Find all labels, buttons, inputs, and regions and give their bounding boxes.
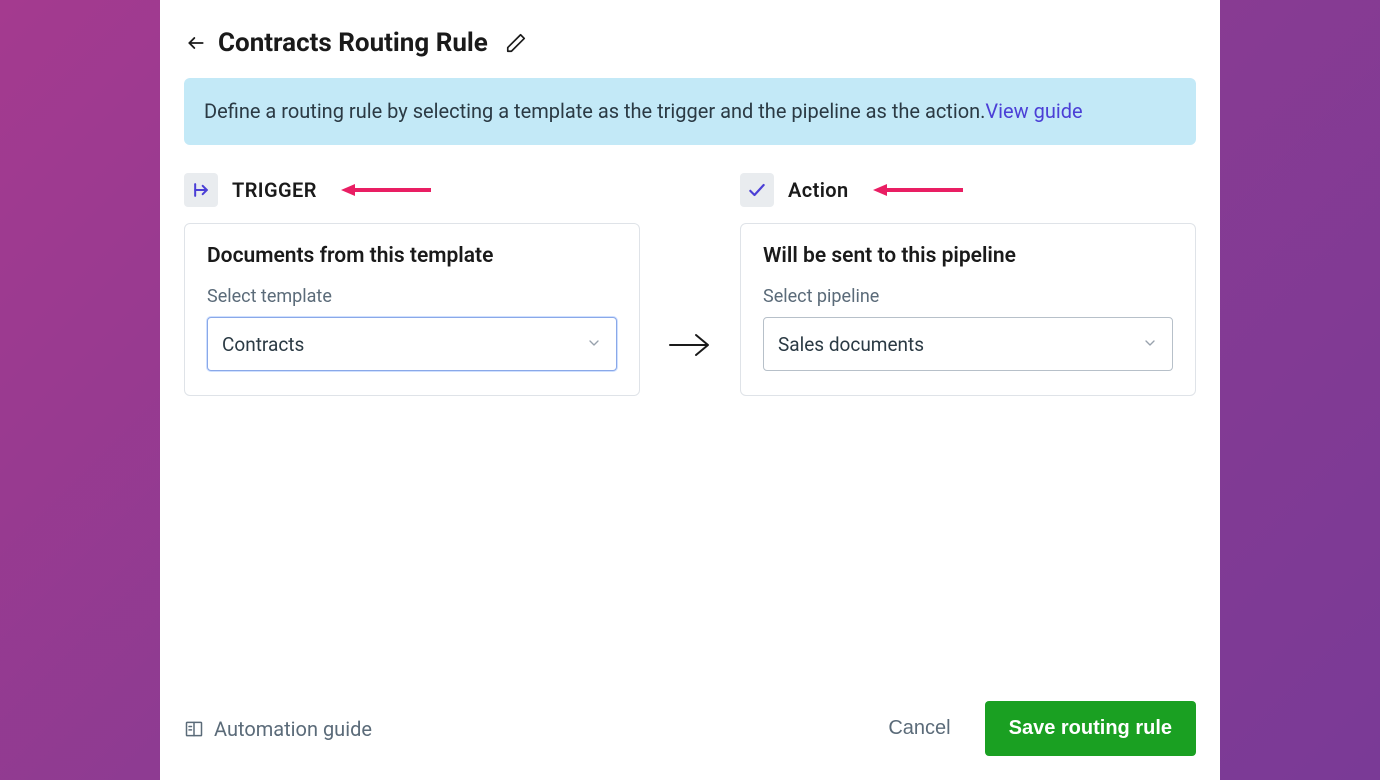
header: Contracts Routing Rule [160, 28, 1220, 78]
check-icon [747, 180, 767, 200]
arrow-left-icon [186, 33, 206, 53]
action-column: Action Will be sent to this pipeline Sel… [740, 173, 1196, 396]
automation-guide-link[interactable]: Automation guide [184, 717, 372, 741]
book-icon [184, 719, 204, 739]
info-banner-text: Define a routing rule by selecting a tem… [204, 99, 985, 123]
workflow-row: TRIGGER Documents from this template Sel… [160, 173, 1220, 396]
template-field-label: Select template [207, 286, 617, 307]
view-guide-link[interactable]: View guide [985, 99, 1082, 123]
save-routing-rule-button[interactable]: Save routing rule [985, 701, 1196, 756]
pipeline-field-label: Select pipeline [763, 286, 1173, 307]
automation-guide-label: Automation guide [214, 717, 372, 741]
template-select[interactable]: Contracts [207, 317, 617, 371]
edit-title-button[interactable] [502, 29, 530, 57]
pipeline-select-value: Sales documents [778, 333, 924, 356]
action-card: Will be sent to this pipeline Select pip… [740, 223, 1196, 396]
trigger-card: Documents from this template Select temp… [184, 223, 640, 396]
page-title: Contracts Routing Rule [218, 28, 488, 58]
pointer-arrow-icon [341, 182, 431, 198]
footer-actions: Cancel Save routing rule [888, 701, 1196, 756]
annotation-arrow-trigger [341, 182, 431, 198]
footer: Automation guide Cancel Save routing rul… [184, 701, 1196, 756]
chevron-down-icon [586, 333, 602, 356]
info-banner: Define a routing rule by selecting a tem… [184, 78, 1196, 145]
routing-rule-panel: Contracts Routing Rule Define a routing … [160, 0, 1220, 780]
trigger-section-label: TRIGGER [232, 178, 317, 202]
annotation-arrow-action [873, 182, 963, 198]
arrow-right-icon [668, 330, 712, 360]
cancel-button[interactable]: Cancel [888, 717, 950, 740]
template-select-value: Contracts [222, 333, 304, 356]
pointer-arrow-icon [873, 182, 963, 198]
trigger-column: TRIGGER Documents from this template Sel… [184, 173, 640, 396]
action-section-label: Action [788, 178, 849, 202]
action-badge [740, 173, 774, 207]
pencil-icon [505, 32, 527, 54]
trigger-icon [191, 180, 211, 200]
trigger-card-title: Documents from this template [207, 244, 617, 268]
trigger-badge [184, 173, 218, 207]
workflow-arrow [640, 173, 740, 396]
trigger-section-header: TRIGGER [184, 173, 640, 207]
pipeline-select[interactable]: Sales documents [763, 317, 1173, 371]
chevron-down-icon [1142, 333, 1158, 356]
action-card-title: Will be sent to this pipeline [763, 244, 1173, 268]
back-button[interactable] [184, 31, 208, 55]
action-section-header: Action [740, 173, 1196, 207]
